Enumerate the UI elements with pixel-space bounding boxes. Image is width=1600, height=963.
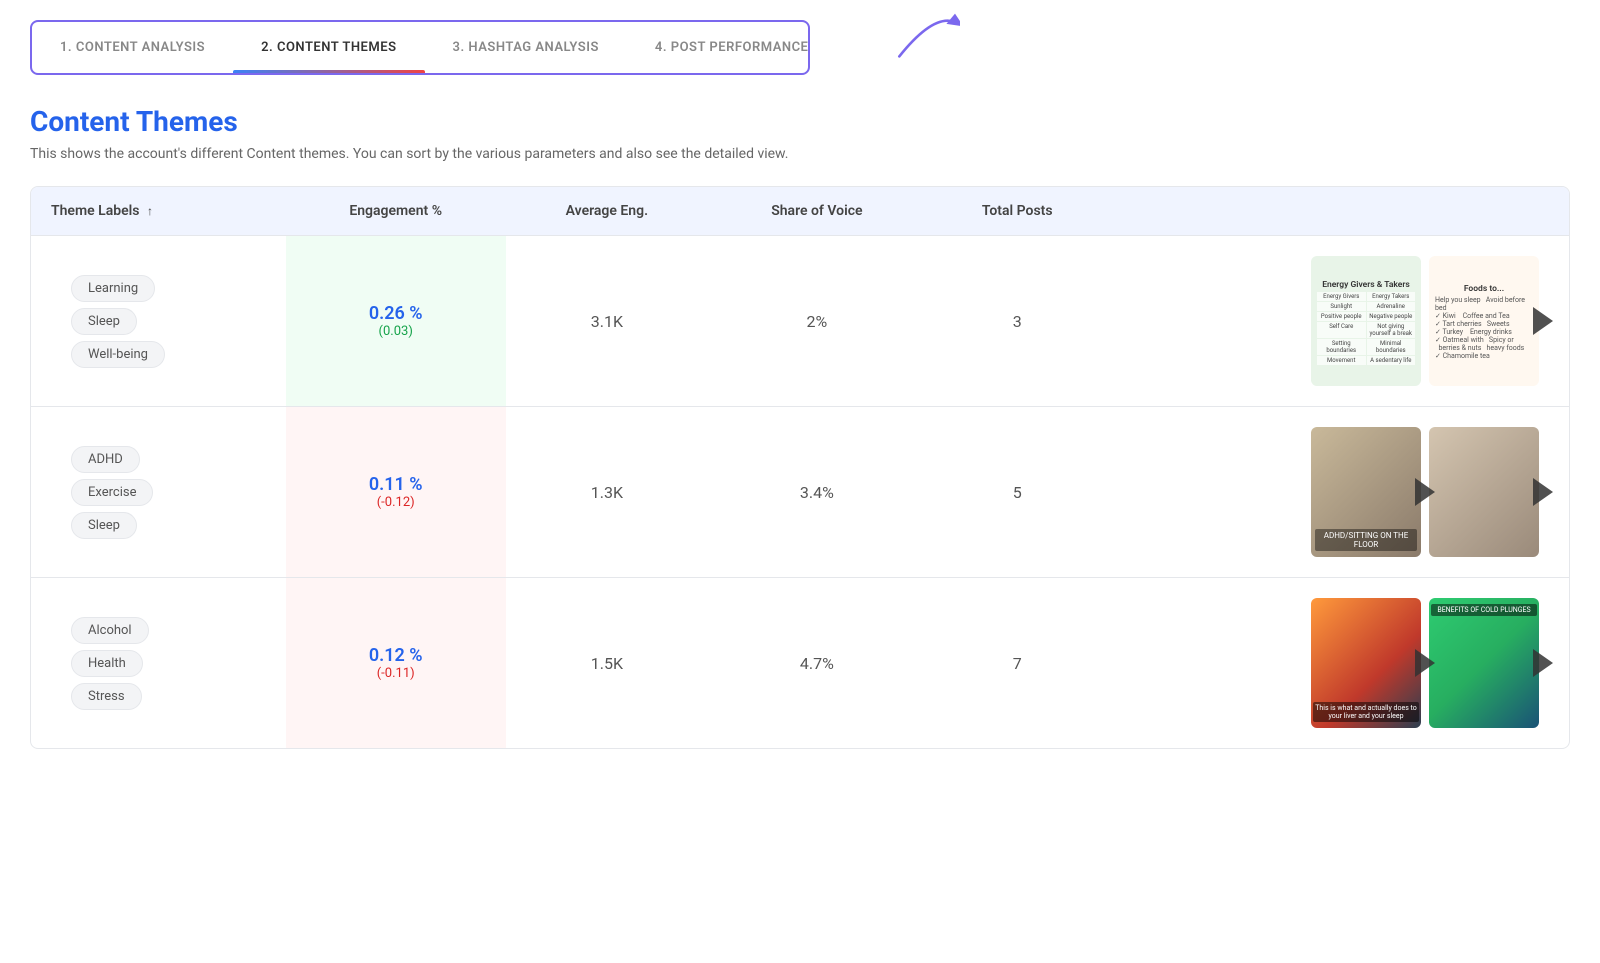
share-of-voice-cell: 4.7%	[708, 578, 925, 749]
thumbnail-2[interactable]: BENEFITS OF COLD PLUNGES	[1429, 598, 1539, 728]
avg-eng-value: 3.1K	[591, 312, 623, 331]
thumbnail-2[interactable]: Foods to... Help you sleep Avoid before …	[1429, 256, 1539, 386]
thumb-room-img: ADHD/SITTING ON THE FLOOR	[1311, 427, 1421, 557]
theme-tags-cell: Learning Sleep Well-being	[31, 236, 286, 407]
col-engagement-pct[interactable]: Engagement %	[286, 187, 506, 236]
page-subtitle: This shows the account's different Conte…	[30, 146, 1570, 162]
sort-arrow-icon: ↑	[147, 204, 153, 218]
col-theme-labels[interactable]: Theme Labels ↑	[31, 187, 286, 236]
play-icon	[1533, 478, 1553, 506]
thumb-foods-img: Foods to... Help you sleep Avoid before …	[1429, 256, 1539, 386]
total-posts-value: 5	[1013, 483, 1022, 502]
total-posts-value: 3	[1013, 312, 1022, 331]
tag-alcohol: Alcohol	[71, 617, 149, 644]
engagement-delta: (0.03)	[306, 324, 486, 339]
tag-health: Health	[71, 650, 143, 677]
play-icon	[1533, 649, 1553, 677]
tab-post-performance[interactable]: 4. POST PERFORMANCE	[627, 22, 837, 73]
thumbnails-cell: Energy Givers & Takers Energy GiversEner…	[1109, 236, 1569, 407]
play-icon	[1415, 478, 1435, 506]
tag-sleep: Sleep	[71, 308, 137, 335]
thumbnails-cell: ADHD/SITTING ON THE FLOOR	[1109, 407, 1569, 578]
tag-wellbeing: Well-being	[71, 341, 165, 368]
theme-tags-cell: ADHD Exercise Sleep	[31, 407, 286, 578]
avg-eng-value: 1.5K	[591, 654, 623, 673]
tag-stress: Stress	[71, 683, 142, 710]
table-row: Alcohol Health Stress 0.12 % (-0.11) 1.5…	[31, 578, 1569, 749]
thumb-sunset-img: This is what and actually does to your l…	[1311, 598, 1421, 728]
engagement-delta: (-0.11)	[306, 666, 486, 681]
engagement-cell: 0.12 % (-0.11)	[286, 578, 506, 749]
play-icon	[1415, 649, 1435, 677]
col-share-of-voice[interactable]: Share of Voice	[708, 187, 925, 236]
tab-content-analysis[interactable]: 1. CONTENT ANALYSIS	[32, 22, 233, 73]
page-title: Content Themes	[30, 105, 1570, 138]
table-row: Learning Sleep Well-being 0.26 % (0.03) …	[31, 236, 1569, 407]
table-row: ADHD Exercise Sleep 0.11 % (-0.12) 1.3K …	[31, 407, 1569, 578]
avg-eng-value: 1.3K	[591, 483, 623, 502]
share-of-voice-value: 4.7%	[800, 654, 834, 673]
engagement-pct-value: 0.11 %	[306, 474, 486, 495]
tab-content-themes[interactable]: 2. CONTENT THEMES	[233, 22, 424, 73]
avg-eng-cell: 3.1K	[506, 236, 709, 407]
thumb-person-img	[1429, 427, 1539, 557]
total-posts-cell: 7	[926, 578, 1109, 749]
total-posts-value: 7	[1013, 654, 1022, 673]
avg-eng-cell: 1.3K	[506, 407, 709, 578]
engagement-cell: 0.26 % (0.03)	[286, 236, 506, 407]
col-average-eng[interactable]: Average Eng.	[506, 187, 709, 236]
content-themes-table: Theme Labels ↑ Engagement % Average Eng.…	[30, 186, 1570, 749]
thumbnail-2[interactable]	[1429, 427, 1539, 557]
thumb-energy-img: Energy Givers & Takers Energy GiversEner…	[1311, 256, 1421, 386]
thumbnail-1[interactable]: ADHD/SITTING ON THE FLOOR	[1311, 427, 1421, 557]
table-header-row: Theme Labels ↑ Engagement % Average Eng.…	[31, 187, 1569, 236]
theme-tags-cell: Alcohol Health Stress	[31, 578, 286, 749]
thumbnails-cell: This is what and actually does to your l…	[1109, 578, 1569, 749]
tag-sleep: Sleep	[71, 512, 137, 539]
thumbnail-1[interactable]: Energy Givers & Takers Energy GiversEner…	[1311, 256, 1421, 386]
navigation-tabs: 1. CONTENT ANALYSIS 2. CONTENT THEMES 3.…	[30, 20, 810, 75]
play-icon	[1533, 307, 1553, 335]
share-of-voice-value: 3.4%	[800, 483, 834, 502]
tab-hashtag-analysis[interactable]: 3. HASHTAG ANALYSIS	[425, 22, 627, 73]
engagement-pct-value: 0.26 %	[306, 303, 486, 324]
engagement-cell: 0.11 % (-0.12)	[286, 407, 506, 578]
total-posts-cell: 3	[926, 236, 1109, 407]
arrow-decoration	[890, 5, 960, 65]
thumbnail-1[interactable]: This is what and actually does to your l…	[1311, 598, 1421, 728]
share-of-voice-cell: 3.4%	[708, 407, 925, 578]
engagement-delta: (-0.12)	[306, 495, 486, 510]
thumb-cold-img: BENEFITS OF COLD PLUNGES	[1429, 598, 1539, 728]
share-of-voice-cell: 2%	[708, 236, 925, 407]
total-posts-cell: 5	[926, 407, 1109, 578]
tag-learning: Learning	[71, 275, 155, 302]
col-thumbnails	[1109, 187, 1569, 236]
tag-adhd: ADHD	[71, 446, 140, 473]
engagement-pct-value: 0.12 %	[306, 645, 486, 666]
tag-exercise: Exercise	[71, 479, 153, 506]
col-total-posts[interactable]: Total Posts	[926, 187, 1109, 236]
avg-eng-cell: 1.5K	[506, 578, 709, 749]
share-of-voice-value: 2%	[807, 312, 828, 331]
